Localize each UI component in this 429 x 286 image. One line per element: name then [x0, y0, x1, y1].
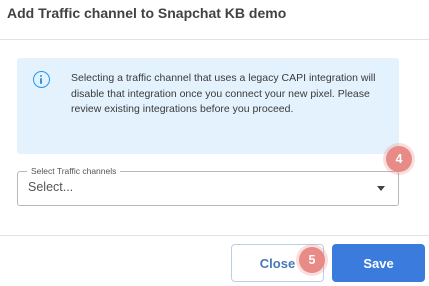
traffic-channels-select-value: Select...	[28, 180, 74, 194]
add-traffic-channel-dialog: Add Traffic channel to Snapchat KB demo …	[0, 0, 429, 286]
info-icon	[33, 71, 50, 88]
chevron-down-icon[interactable]	[377, 186, 385, 191]
dialog-title: Add Traffic channel to Snapchat KB demo	[7, 5, 287, 21]
info-alert-text: Selecting a traffic channel that uses a …	[71, 72, 376, 115]
save-button[interactable]: Save	[332, 244, 425, 282]
traffic-channels-select[interactable]: Select Traffic channels Select...	[17, 166, 399, 206]
header-divider	[0, 39, 429, 40]
step-badge-4: 4	[386, 146, 412, 172]
traffic-channels-select-label: Select Traffic channels	[27, 166, 121, 176]
step-badge-5: 5	[299, 247, 325, 273]
footer-divider	[0, 235, 429, 236]
info-alert: Selecting a traffic channel that uses a …	[17, 58, 399, 154]
